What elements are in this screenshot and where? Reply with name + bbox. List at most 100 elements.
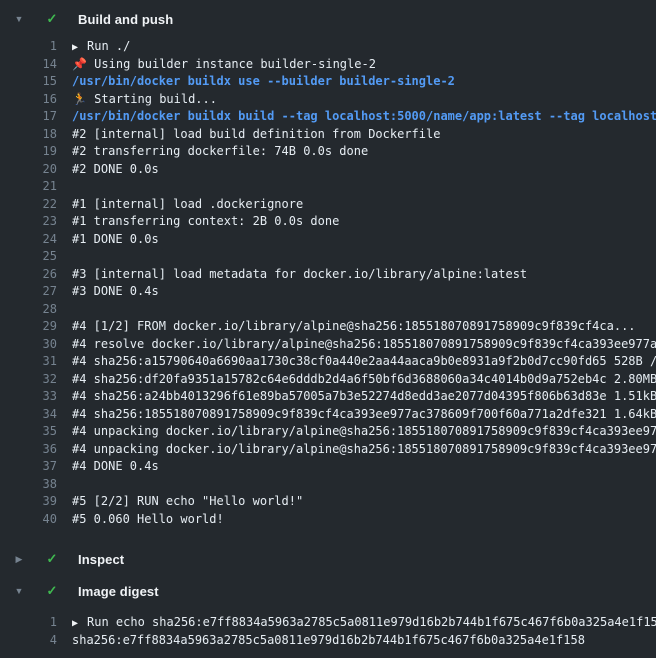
line-text: #4 sha256:a24bb4013296f61e89ba57005a7b3e… xyxy=(57,388,656,406)
line-number[interactable]: 18 xyxy=(0,126,57,144)
line-text: #1 [internal] load .dockerignore xyxy=(57,196,303,214)
line-number[interactable]: 20 xyxy=(0,161,57,179)
line-number[interactable]: 38 xyxy=(0,476,57,494)
group-chevron-icon: ▶ xyxy=(72,42,78,53)
line-number[interactable]: 1 xyxy=(0,614,57,632)
log-line: 17 /usr/bin/docker buildx build --tag lo… xyxy=(0,108,656,126)
line-number[interactable]: 30 xyxy=(0,336,57,354)
log-line: 39 #5 [2/2] RUN echo "Hello world!" xyxy=(0,493,656,511)
line-number[interactable]: 39 xyxy=(0,493,57,511)
line-text: ▶Run ./ xyxy=(57,38,130,56)
line-text: #2 DONE 0.0s xyxy=(57,161,159,179)
log-line: 35 #4 unpacking docker.io/library/alpine… xyxy=(0,423,656,441)
log-line: 30 #4 resolve docker.io/library/alpine@s… xyxy=(0,336,656,354)
line-text: #4 sha256:a15790640a6690aa1730c38cf0a440… xyxy=(57,353,656,371)
line-text: /usr/bin/docker buildx use --builder bui… xyxy=(57,73,455,91)
line-text: /usr/bin/docker buildx build --tag local… xyxy=(57,108,656,126)
line-number[interactable]: 16 xyxy=(0,91,57,109)
line-number[interactable]: 14 xyxy=(0,56,57,74)
group-chevron-icon: ▶ xyxy=(72,618,78,629)
log-section-build-and-push: ▼ ✓ Build and push 1 ▶Run ./ 14 📌 Using … xyxy=(0,0,656,543)
log-line: 26 #3 [internal] load metadata for docke… xyxy=(0,266,656,284)
log-line: 34 #4 sha256:185518070891758909c9f839cf4… xyxy=(0,406,656,424)
line-text: #5 [2/2] RUN echo "Hello world!" xyxy=(57,493,303,511)
log-group-line[interactable]: 1 ▶Run ./ xyxy=(0,38,656,56)
log-section-image-digest: ▼ ✓ Image digest 1 ▶Run echo sha256:e7ff… xyxy=(0,575,656,649)
log-line: 20 #2 DONE 0.0s xyxy=(0,161,656,179)
line-text: 🏃 Starting build... xyxy=(57,91,217,109)
line-text: #3 DONE 0.4s xyxy=(57,283,159,301)
section-header-image-digest[interactable]: ▼ ✓ Image digest xyxy=(0,575,656,607)
line-number[interactable]: 23 xyxy=(0,213,57,231)
log-line: 40 #5 0.060 Hello world! xyxy=(0,511,656,529)
line-number[interactable]: 21 xyxy=(0,178,57,196)
line-number[interactable]: 35 xyxy=(0,423,57,441)
log-line: 21 xyxy=(0,178,656,196)
line-number[interactable]: 26 xyxy=(0,266,57,284)
line-text: #4 sha256:185518070891758909c9f839cf4ca3… xyxy=(57,406,656,424)
line-text: #3 [internal] load metadata for docker.i… xyxy=(57,266,527,284)
section-content: 1 ▶Run ./ 14 📌 Using builder instance bu… xyxy=(0,38,656,543)
section-content: 1 ▶Run echo sha256:e7ff8834a5963a2785c5a… xyxy=(0,607,656,649)
log-line: 14 📌 Using builder instance builder-sing… xyxy=(0,56,656,74)
log-line: 15 /usr/bin/docker buildx use --builder … xyxy=(0,73,656,91)
line-number[interactable]: 40 xyxy=(0,511,57,529)
line-text: #2 [internal] load build definition from… xyxy=(57,126,440,144)
actions-log-viewer: ▼ ✓ Build and push 1 ▶Run ./ 14 📌 Using … xyxy=(0,0,656,658)
line-number[interactable]: 32 xyxy=(0,371,57,389)
line-number[interactable]: 24 xyxy=(0,231,57,249)
line-number[interactable]: 17 xyxy=(0,108,57,126)
line-number[interactable]: 25 xyxy=(0,248,57,266)
line-number[interactable]: 22 xyxy=(0,196,57,214)
line-number[interactable]: 1 xyxy=(0,38,57,56)
log-line: 28 xyxy=(0,301,656,319)
section-header-build-and-push[interactable]: ▼ ✓ Build and push xyxy=(0,0,656,38)
log-group-line[interactable]: 1 ▶Run echo sha256:e7ff8834a5963a2785c5a… xyxy=(0,614,656,632)
log-line: 19 #2 transferring dockerfile: 74B 0.0s … xyxy=(0,143,656,161)
line-text: #1 DONE 0.0s xyxy=(57,231,159,249)
line-text xyxy=(57,178,72,196)
line-number[interactable]: 36 xyxy=(0,441,57,459)
chevron-down-icon: ▼ xyxy=(12,14,26,24)
log-line: 22 #1 [internal] load .dockerignore xyxy=(0,196,656,214)
line-text: #4 unpacking docker.io/library/alpine@sh… xyxy=(57,441,656,459)
line-number[interactable]: 34 xyxy=(0,406,57,424)
section-label: Inspect xyxy=(78,552,124,567)
check-icon: ✓ xyxy=(44,583,60,599)
line-text: #4 DONE 0.4s xyxy=(57,458,159,476)
line-text: #1 transferring context: 2B 0.0s done xyxy=(57,213,339,231)
line-number[interactable]: 28 xyxy=(0,301,57,319)
line-number[interactable]: 4 xyxy=(0,632,57,650)
section-label: Image digest xyxy=(78,584,159,599)
line-text: #2 transferring dockerfile: 74B 0.0s don… xyxy=(57,143,368,161)
check-icon: ✓ xyxy=(44,11,60,27)
line-text: 📌 Using builder instance builder-single-… xyxy=(57,56,376,74)
line-number[interactable]: 33 xyxy=(0,388,57,406)
log-line: 25 xyxy=(0,248,656,266)
line-number[interactable]: 19 xyxy=(0,143,57,161)
line-text: ▶Run echo sha256:e7ff8834a5963a2785c5a08… xyxy=(57,614,656,632)
line-text: #5 0.060 Hello world! xyxy=(57,511,224,529)
line-number[interactable]: 37 xyxy=(0,458,57,476)
line-number[interactable]: 27 xyxy=(0,283,57,301)
log-line: 38 xyxy=(0,476,656,494)
log-section-inspect: ▶ ✓ Inspect xyxy=(0,543,656,575)
check-icon: ✓ xyxy=(44,551,60,567)
log-line: 32 #4 sha256:df20fa9351a15782c64e6dddb2d… xyxy=(0,371,656,389)
section-header-inspect[interactable]: ▶ ✓ Inspect xyxy=(0,543,656,575)
line-text xyxy=(57,301,72,319)
line-number[interactable]: 15 xyxy=(0,73,57,91)
log-line: 37 #4 DONE 0.4s xyxy=(0,458,656,476)
line-number[interactable]: 31 xyxy=(0,353,57,371)
line-text: #4 unpacking docker.io/library/alpine@sh… xyxy=(57,423,656,441)
log-line: 18 #2 [internal] load build definition f… xyxy=(0,126,656,144)
line-text: #4 resolve docker.io/library/alpine@sha2… xyxy=(57,336,656,354)
line-text: sha256:e7ff8834a5963a2785c5a0811e979d16b… xyxy=(57,632,585,650)
log-line: 4 sha256:e7ff8834a5963a2785c5a0811e979d1… xyxy=(0,632,656,650)
log-line: 27 #3 DONE 0.4s xyxy=(0,283,656,301)
chevron-right-icon: ▶ xyxy=(12,554,26,565)
log-line: 36 #4 unpacking docker.io/library/alpine… xyxy=(0,441,656,459)
log-line: 33 #4 sha256:a24bb4013296f61e89ba57005a7… xyxy=(0,388,656,406)
line-number[interactable]: 29 xyxy=(0,318,57,336)
log-line: 31 #4 sha256:a15790640a6690aa1730c38cf0a… xyxy=(0,353,656,371)
